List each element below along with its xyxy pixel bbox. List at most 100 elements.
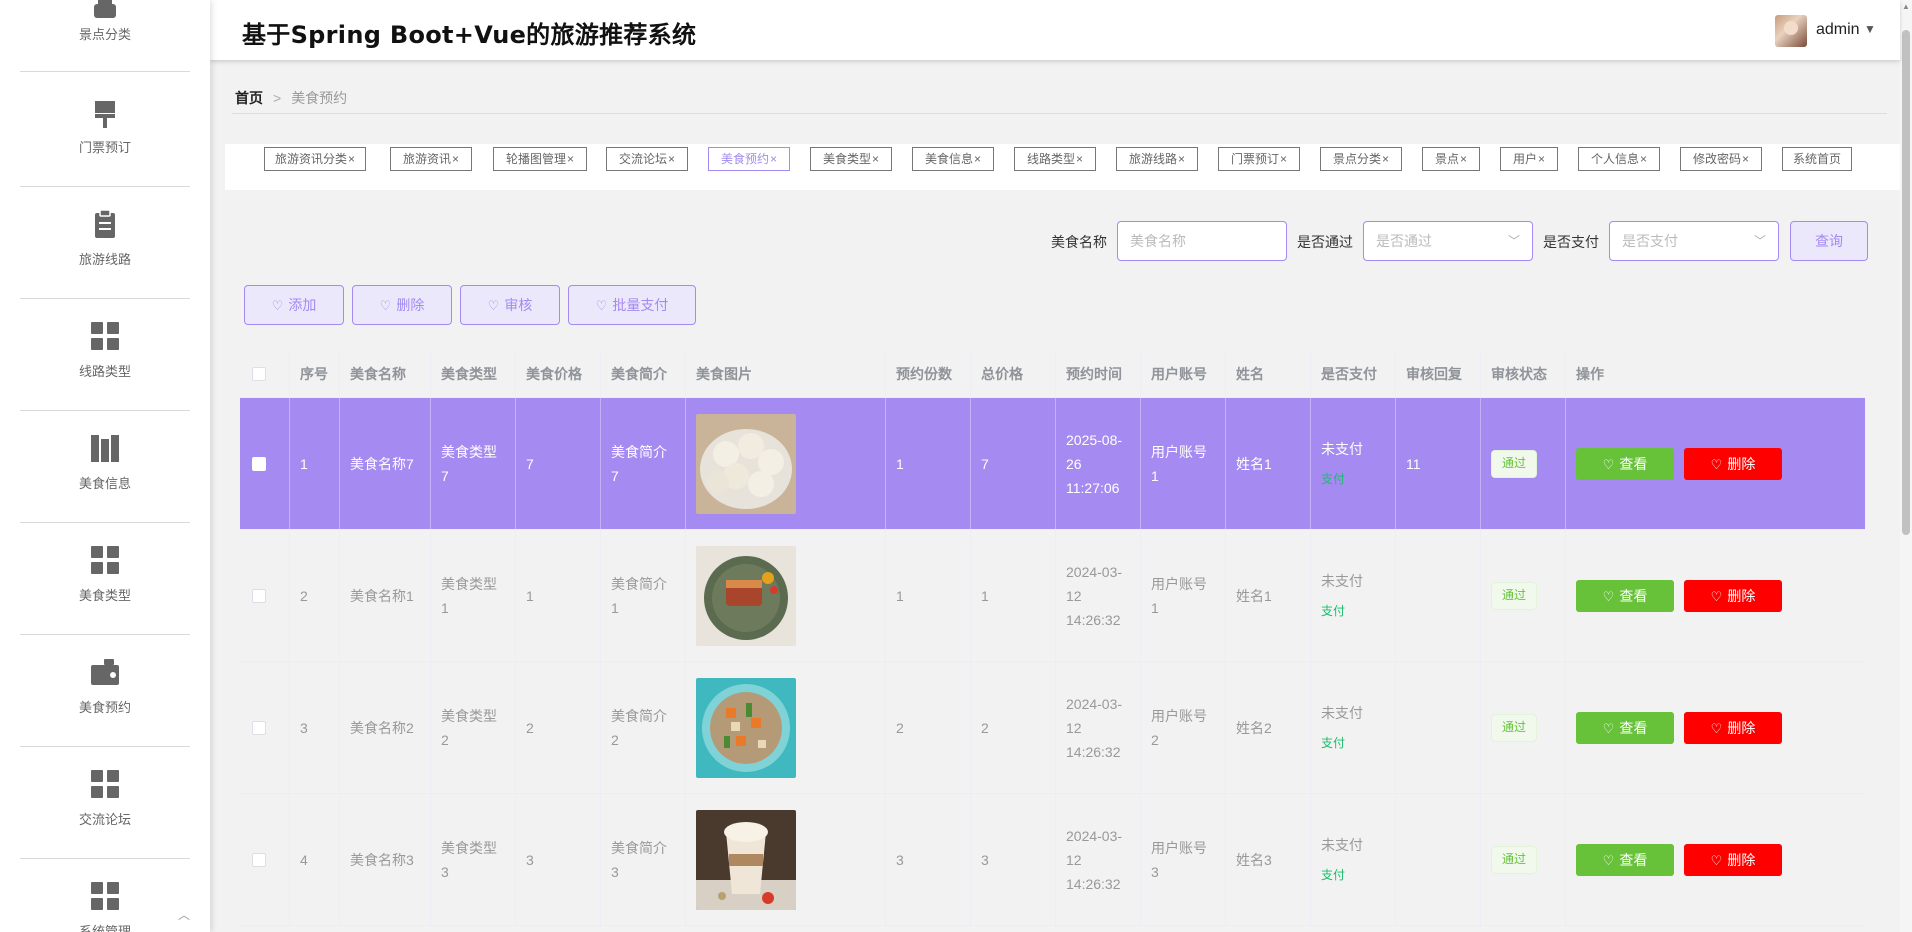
cell-time: 2024-03-12 14:26:32: [1056, 662, 1141, 793]
column-header[interactable]: 美食名称: [340, 350, 431, 397]
sidebar-item-route[interactable]: 旅游线路: [20, 187, 190, 299]
close-icon[interactable]: ×: [1538, 152, 1545, 166]
close-icon[interactable]: ×: [452, 152, 459, 166]
sidebar-item-system[interactable]: 系统管理: [20, 859, 190, 932]
food-image-pork[interactable]: [696, 545, 796, 646]
column-header[interactable]: 美食类型: [431, 350, 516, 397]
tag-home[interactable]: 系统首页: [1782, 147, 1852, 171]
row-checkbox[interactable]: [252, 852, 266, 867]
close-icon[interactable]: ×: [974, 152, 981, 166]
user-name[interactable]: admin: [1816, 21, 1860, 39]
column-header[interactable]: 美食图片: [686, 350, 886, 397]
sidebar-item-food-type[interactable]: 美食类型: [20, 523, 190, 635]
pay-select[interactable]: 是否支付 ﹀: [1609, 221, 1779, 261]
tag-scenic[interactable]: 景点×: [1422, 147, 1480, 171]
row-checkbox[interactable]: [252, 588, 266, 603]
tag-user[interactable]: 用户×: [1500, 147, 1558, 171]
pay-link[interactable]: 支付: [1321, 467, 1345, 491]
sidebar-item-food-info[interactable]: 美食信息: [20, 411, 190, 523]
tag-carousel[interactable]: 轮播图管理×: [493, 147, 587, 171]
close-icon[interactable]: ×: [1382, 152, 1389, 166]
sidebar-item-food-booking[interactable]: 美食预约: [20, 635, 190, 747]
view-button[interactable]: ♡ 查看: [1576, 579, 1674, 612]
close-icon[interactable]: ×: [1280, 152, 1287, 166]
view-button[interactable]: ♡ 查看: [1576, 447, 1674, 480]
add-button[interactable]: ♡ 添加: [244, 285, 344, 325]
column-header[interactable]: 审核状态: [1481, 350, 1566, 397]
column-header[interactable]: 用户账号: [1141, 350, 1226, 397]
food-image-parfait[interactable]: [696, 809, 796, 910]
tag-profile[interactable]: 个人信息×: [1578, 147, 1660, 171]
tag-travel-news[interactable]: 旅游资讯×: [390, 147, 472, 171]
delete-row-button[interactable]: ♡ 删除: [1684, 579, 1782, 612]
tag-route-type[interactable]: 线路类型×: [1014, 147, 1096, 171]
batch-pay-button[interactable]: ♡ 批量支付: [568, 285, 696, 325]
table-row[interactable]: 3 美食名称2 美食类型2 2 美食简介2 2 2 2024-03-12 14:…: [240, 662, 1865, 794]
table-row[interactable]: 1 美食名称7 美食类型7 7 美食简介7 1 7 2025-08-26 11:…: [240, 398, 1865, 530]
sidebar-item-scenic-category[interactable]: 景点分类: [20, 0, 190, 72]
delete-row-button[interactable]: ♡ 删除: [1684, 447, 1782, 480]
close-icon[interactable]: ×: [1460, 152, 1467, 166]
review-button[interactable]: ♡ 审核: [460, 285, 560, 325]
pay-link[interactable]: 支付: [1321, 863, 1345, 887]
cell-account-text: 用户账号1: [1151, 575, 1207, 616]
pass-select[interactable]: 是否通过 ﹀: [1363, 221, 1533, 261]
pay-link[interactable]: 支付: [1321, 731, 1345, 755]
breadcrumb-home[interactable]: 首页: [235, 90, 263, 106]
avatar[interactable]: [1775, 15, 1807, 47]
view-button[interactable]: ♡ 查看: [1576, 843, 1674, 876]
table-row[interactable]: 4 美食名称3 美食类型3 3 美食简介3 3 3 2024-03-12 14:…: [240, 794, 1865, 926]
column-header[interactable]: 序号: [290, 350, 340, 397]
tag-food-booking[interactable]: 美食预约×: [708, 147, 790, 171]
tag-route[interactable]: 旅游线路×: [1116, 147, 1198, 171]
sidebar-item-route-type[interactable]: 线路类型: [20, 299, 190, 411]
food-image-stirfry[interactable]: [696, 677, 796, 778]
tag-food-info[interactable]: 美食信息×: [912, 147, 994, 171]
delete-button[interactable]: ♡ 删除: [352, 285, 452, 325]
column-header[interactable]: 是否支付: [1311, 350, 1396, 397]
select-all-checkbox[interactable]: [252, 366, 266, 381]
scroll-up-icon[interactable]: ▲: [1902, 2, 1910, 11]
close-icon[interactable]: ×: [1178, 152, 1185, 166]
scrollbar-thumb[interactable]: [1902, 30, 1910, 535]
close-icon[interactable]: ×: [1076, 152, 1083, 166]
row-checkbox[interactable]: [252, 456, 266, 471]
query-button[interactable]: 查询: [1790, 221, 1868, 261]
sidebar-item-ticket[interactable]: 门票预订: [20, 75, 190, 187]
close-icon[interactable]: ×: [348, 152, 355, 166]
tag-travel-news-category[interactable]: 旅游资讯分类×: [264, 147, 366, 171]
tag-food-type[interactable]: 美食类型×: [810, 147, 892, 171]
column-header[interactable]: 美食价格: [516, 350, 601, 397]
tag-ticket[interactable]: 门票预订×: [1218, 147, 1300, 171]
tag-scenic-category[interactable]: 景点分类×: [1320, 147, 1402, 171]
delete-row-button[interactable]: ♡ 删除: [1684, 711, 1782, 744]
close-icon[interactable]: ×: [1742, 152, 1749, 166]
close-icon[interactable]: ×: [1640, 152, 1647, 166]
column-header[interactable]: 姓名: [1226, 350, 1311, 397]
delete-row-button[interactable]: ♡ 删除: [1684, 843, 1782, 876]
row-checkbox[interactable]: [252, 720, 266, 735]
close-icon[interactable]: ×: [668, 152, 675, 166]
caret-down-icon[interactable]: ▼: [1864, 22, 1876, 36]
table-row[interactable]: 2 美食名称1 美食类型1 1 美食简介1 1 1 2024-03-12 14:…: [240, 530, 1865, 662]
close-icon[interactable]: ×: [567, 152, 574, 166]
column-header[interactable]: 审核回复: [1396, 350, 1481, 397]
column-header[interactable]: 预约时间: [1056, 350, 1141, 397]
view-button[interactable]: ♡ 查看: [1576, 711, 1674, 744]
chevron-up-icon[interactable]: ︿: [178, 906, 190, 923]
heart-icon: ♡: [487, 298, 500, 313]
close-icon[interactable]: ×: [770, 152, 777, 166]
food-image-dumplings[interactable]: [696, 413, 796, 514]
page-scrollbar[interactable]: ▲: [1900, 0, 1912, 932]
pay-link[interactable]: 支付: [1321, 599, 1345, 623]
tag-change-password[interactable]: 修改密码×: [1680, 147, 1762, 171]
close-icon[interactable]: ×: [872, 152, 879, 166]
column-header[interactable]: 美食简介: [601, 350, 686, 397]
tag-forum[interactable]: 交流论坛×: [606, 147, 688, 171]
food-name-input[interactable]: 美食名称: [1117, 221, 1287, 261]
column-header[interactable]: 总价格: [971, 350, 1056, 397]
sidebar-item-forum[interactable]: 交流论坛: [20, 747, 190, 859]
column-header[interactable]: 操作: [1566, 350, 1865, 397]
cell-time-text: 2024-03-12 14:26:32: [1066, 563, 1123, 628]
column-header[interactable]: 预约份数: [886, 350, 971, 397]
